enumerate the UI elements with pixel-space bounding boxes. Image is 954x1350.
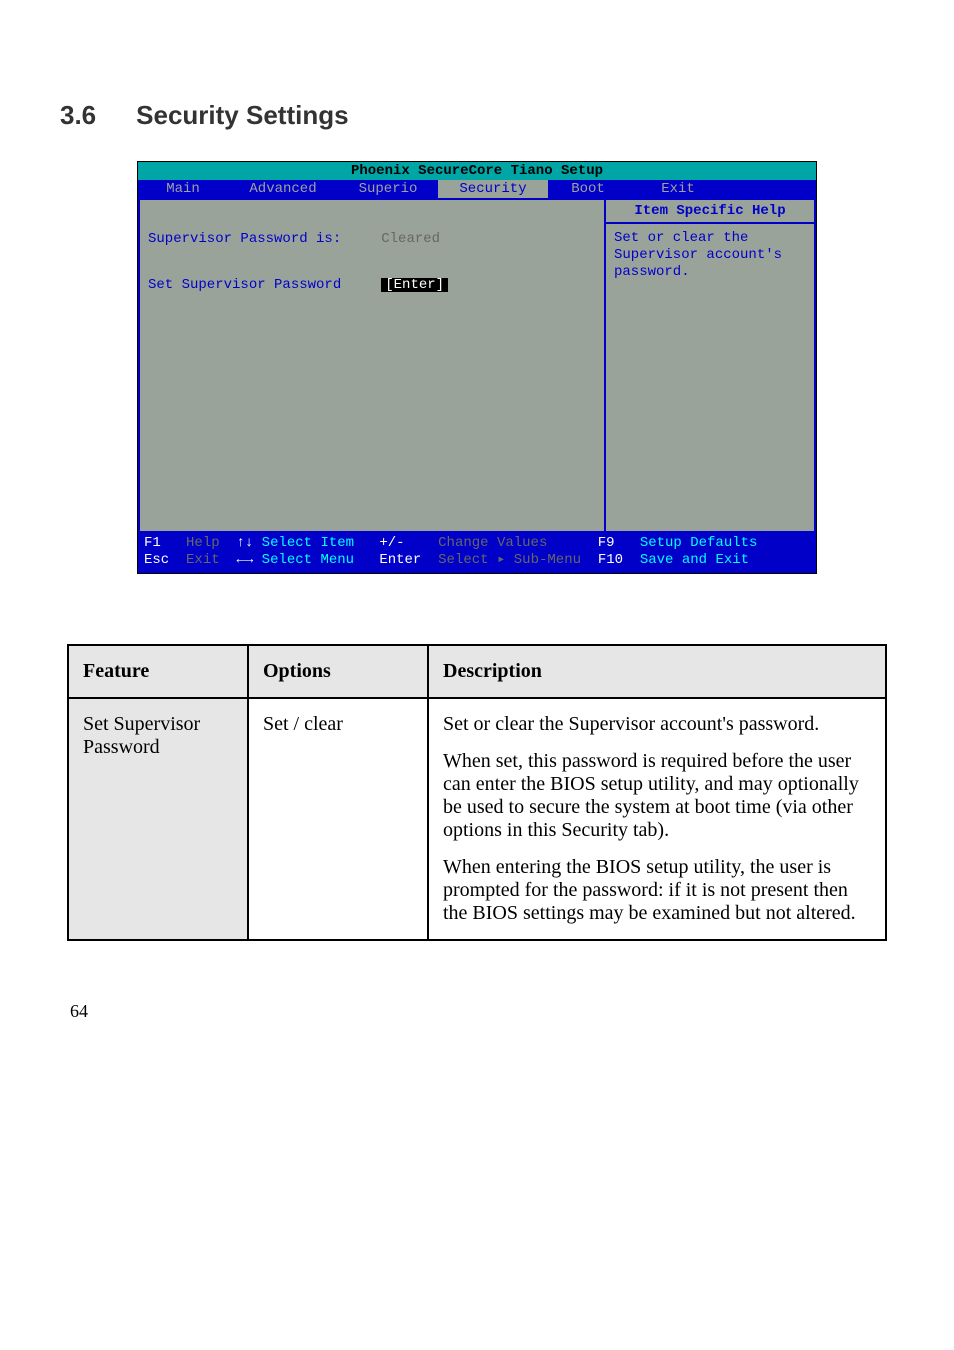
footer-label-help: Help (186, 535, 220, 551)
description-table: Feature Options Description Set Supervis… (67, 644, 887, 941)
footer-key-enter: Enter (379, 552, 421, 568)
footer-key-f9: F9 (598, 535, 615, 551)
set-supervisor-password-label: Set Supervisor Password (148, 278, 341, 292)
page-number: 64 (70, 1001, 894, 1022)
footer-key-f10: F10 (598, 552, 623, 568)
bios-tab-superio[interactable]: Superio (338, 180, 438, 198)
header-feature: Feature (68, 645, 248, 698)
bios-screenshot: Phoenix SecureCore Tiano Setup Main Adva… (137, 161, 817, 574)
bios-tab-main[interactable]: Main (138, 180, 228, 198)
bios-left-panel: Supervisor Password is: Cleared Set Supe… (138, 198, 606, 533)
bios-help-panel: Item Specific Help Set or clear the Supe… (606, 198, 816, 533)
header-options: Options (248, 645, 428, 698)
footer-label-change-values: Change Values (438, 535, 547, 551)
footer-key-plusminus: +/- (379, 535, 404, 551)
footer-label-setup-defaults: Setup Defaults (640, 535, 758, 551)
cell-options: Set / clear (248, 698, 428, 940)
help-panel-title: Item Specific Help (606, 200, 814, 224)
footer-key-esc: Esc (144, 552, 169, 568)
bios-menu-bar: Main Advanced Superio Security Boot Exit (137, 180, 817, 198)
supervisor-password-status-value: Cleared (381, 232, 440, 246)
cell-description: Set or clear the Supervisor account's pa… (428, 698, 886, 940)
bios-footer: F1 Help ↑↓ Select Item +/- Change Values… (137, 533, 817, 574)
supervisor-password-status-label: Supervisor Password is: (148, 232, 341, 246)
header-description: Description (428, 645, 886, 698)
section-heading: 3.6 Security Settings (60, 100, 894, 131)
cell-feature: Set Supervisor Password (68, 698, 248, 940)
bios-tab-advanced[interactable]: Advanced (228, 180, 338, 198)
set-supervisor-password-value[interactable]: [Enter] (381, 278, 448, 292)
section-number: 3.6 (60, 100, 96, 130)
bios-tab-boot[interactable]: Boot (548, 180, 628, 198)
table-header-row: Feature Options Description (68, 645, 886, 698)
footer-key-f1: F1 (144, 535, 161, 551)
footer-label-select-submenu: Select ▸ Sub-Menu (438, 552, 581, 568)
desc-p1: Set or clear the Supervisor account's pa… (443, 713, 871, 736)
desc-p2: When set, this password is required befo… (443, 750, 871, 842)
footer-key-updown: ↑↓ (236, 535, 253, 551)
bios-tab-security[interactable]: Security (438, 180, 548, 198)
section-title: Security Settings (136, 100, 348, 130)
bios-title: Phoenix SecureCore Tiano Setup (137, 161, 817, 180)
footer-label-save-exit: Save and Exit (640, 552, 749, 568)
bios-tab-exit[interactable]: Exit (628, 180, 728, 198)
help-panel-body: Set or clear the Supervisor account's pa… (606, 224, 814, 531)
desc-p3: When entering the BIOS setup utility, th… (443, 856, 871, 925)
footer-label-exit: Exit (186, 552, 220, 568)
footer-key-leftright: ←→ (236, 552, 253, 568)
footer-label-select-menu: Select Menu (262, 552, 354, 568)
footer-label-select-item: Select Item (262, 535, 354, 551)
table-row: Set Supervisor Password Set / clear Set … (68, 698, 886, 940)
